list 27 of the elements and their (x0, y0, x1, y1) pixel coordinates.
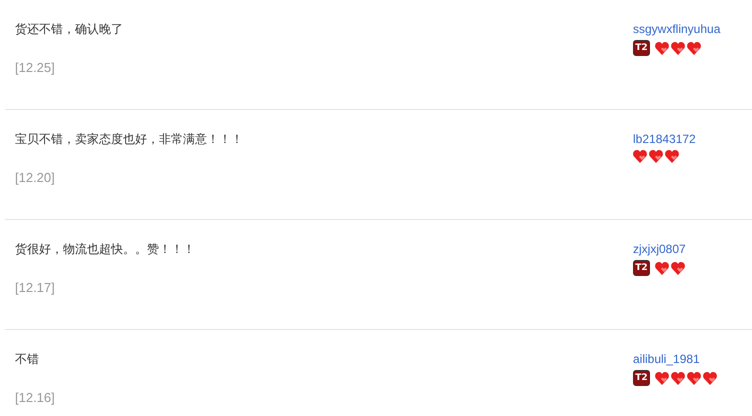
heart-icon (687, 42, 701, 54)
level-badge: T2 (633, 370, 650, 386)
username-link[interactable]: ailibuli_1981 (633, 352, 700, 366)
review-comment: 货还不错，确认晚了 (15, 21, 123, 38)
review-date: [12.20] (15, 170, 56, 185)
heart-icon (655, 372, 669, 384)
heart-icon (687, 372, 701, 384)
heart-icon (633, 150, 647, 163)
heart-icon (649, 150, 663, 163)
heart-icon (655, 262, 669, 274)
heart-icon (655, 42, 669, 54)
review-date: [12.25] (15, 60, 56, 75)
heart-icon (671, 262, 685, 274)
review-comment: 不错 (15, 351, 40, 368)
heart-icon (665, 150, 679, 163)
level-badge: T2 (633, 40, 650, 56)
review-date: [12.16] (15, 390, 55, 405)
heart-icon (703, 372, 717, 384)
username-link[interactable]: zjxjxj0807 (633, 242, 686, 256)
username-link[interactable]: ssgywxflinyuhua (633, 22, 720, 36)
review-comment: 货很好，物流也超快。。赞！！！ (15, 241, 195, 258)
heart-icon (671, 372, 685, 384)
review-comment: 宝贝不错，卖家态度也好，非常满意！！！ (15, 131, 243, 148)
heart-icon (671, 42, 685, 54)
review-date: [12.17] (15, 280, 56, 295)
level-badge: T2 (633, 260, 650, 276)
username-link[interactable]: lb21843172 (633, 132, 696, 146)
